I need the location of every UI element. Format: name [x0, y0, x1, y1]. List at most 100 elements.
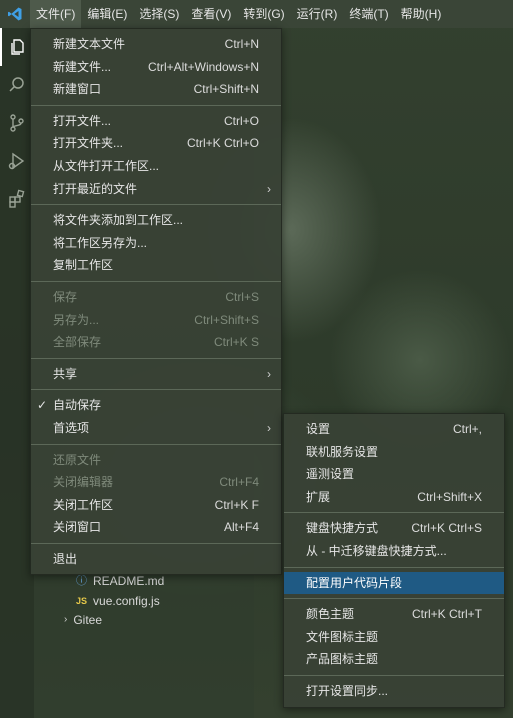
- js-icon: JS: [76, 596, 88, 606]
- file-menu-item-0-2[interactable]: 新建窗口 Ctrl+Shift+N: [31, 78, 281, 101]
- file-menu-item-4-0[interactable]: 共享 ›: [31, 363, 281, 386]
- pref-menu-item-3-2[interactable]: 产品图标主题: [284, 648, 504, 671]
- menu-item-label: 新建文本文件: [53, 37, 126, 51]
- file-menu-item-6-2[interactable]: 关闭工作区 Ctrl+K F: [31, 494, 281, 517]
- menu-file[interactable]: 文件(F): [30, 0, 82, 28]
- menu-item-label: 全部保存: [53, 335, 102, 350]
- file-menu-item-0-0[interactable]: 新建文本文件 Ctrl+N: [31, 33, 281, 56]
- menu-go[interactable]: 转到(G): [237, 0, 290, 28]
- pref-menu-item-0-3[interactable]: 扩展 Ctrl+Shift+X: [284, 486, 504, 509]
- menu-separator: [31, 204, 281, 206]
- menu-item-label: 关闭编辑器: [53, 475, 114, 490]
- menu-item-label: 共享: [53, 366, 78, 381]
- pref-menu-item-0-2[interactable]: 遥测设置: [284, 463, 504, 486]
- explorer-icon[interactable]: [0, 28, 34, 66]
- chevron-right-icon: ›: [267, 420, 271, 435]
- menu-item-label: 将工作区另存为...: [53, 235, 148, 250]
- pref-menu-item-2-0[interactable]: 配置用户代码片段: [284, 571, 504, 595]
- chevron-right-icon: ›: [64, 614, 68, 625]
- menu-separator: [31, 542, 281, 544]
- menu-separator: [284, 566, 504, 568]
- tree-item-label: vue.config.js: [93, 594, 160, 608]
- menu-item-label: 首选项: [53, 420, 90, 435]
- file-menu-item-2-2[interactable]: 复制工作区: [31, 254, 281, 277]
- menu-item-label: 打开最近的文件: [53, 181, 138, 196]
- menu-item-label: 扩展: [306, 489, 331, 504]
- menu-item-label: 新建文件...: [53, 59, 112, 74]
- file-menu-item-6-1: 关闭编辑器 Ctrl+F4: [31, 471, 281, 494]
- file-menu-item-2-0[interactable]: 将文件夹添加到工作区...: [31, 209, 281, 232]
- activity-bar: [0, 28, 34, 718]
- pref-menu-item-4-0[interactable]: 打开设置同步...: [284, 680, 504, 703]
- menu-separator: [31, 104, 281, 106]
- menu-item-label: 从文件打开工作区...: [53, 158, 160, 173]
- menu-item-shortcut: Ctrl+N: [224, 37, 259, 51]
- menu-item-label: 配置用户代码片段: [306, 575, 403, 590]
- menu-item-shortcut: Ctrl+Shift+N: [193, 82, 259, 97]
- menu-item-label: 将文件夹添加到工作区...: [53, 213, 184, 228]
- file-menu-item-1-0[interactable]: 打开文件... Ctrl+O: [31, 110, 281, 133]
- file-menu-item-3-0: 保存 Ctrl+S: [31, 286, 281, 309]
- menu-item-label: 自动保存: [53, 398, 102, 413]
- menu-item-label: 保存: [53, 289, 78, 304]
- menu-item-label: 关闭窗口: [53, 520, 102, 535]
- pref-menu-item-1-0[interactable]: 键盘快捷方式 Ctrl+K Ctrl+S: [284, 517, 504, 540]
- menu-item-label: 键盘快捷方式: [306, 521, 379, 536]
- file-menu-item-5-1[interactable]: 首选项 ›: [31, 417, 281, 440]
- menu-separator: [284, 512, 504, 514]
- pref-menu-item-0-1[interactable]: 联机服务设置: [284, 441, 504, 464]
- file-menu-item-1-3[interactable]: 打开最近的文件 ›: [31, 178, 281, 201]
- menu-item-label: 从 - 中迁移键盘快捷方式...: [306, 543, 447, 558]
- menu-edit[interactable]: 编辑(E): [81, 0, 133, 28]
- menu-item-shortcut: Ctrl+O: [223, 113, 259, 128]
- menu-item-shortcut: Ctrl+K F: [214, 497, 259, 512]
- vscode-logo-icon: [0, 0, 30, 28]
- pref-menu-item-3-0[interactable]: 颜色主题 Ctrl+K Ctrl+T: [284, 603, 504, 626]
- file-menu-item-5-0[interactable]: ✓ 自动保存: [31, 394, 281, 417]
- file-menu-item-6-0: 还原文件: [31, 449, 281, 472]
- menu-terminal[interactable]: 终端(T): [343, 0, 394, 28]
- tree-item-gitee[interactable]: › Gitee: [64, 610, 102, 630]
- menu-item-shortcut: Ctrl+K S: [213, 335, 259, 350]
- pref-menu-item-1-1[interactable]: 从 - 中迁移键盘快捷方式...: [284, 540, 504, 563]
- menu-separator: [31, 280, 281, 282]
- menu-run[interactable]: 运行(R): [291, 0, 344, 28]
- menu-item-label: 另存为...: [53, 312, 100, 327]
- menu-separator: [31, 389, 281, 391]
- file-menu-item-7-0[interactable]: 退出: [31, 548, 281, 571]
- menu-item-label: 关闭工作区: [53, 497, 114, 512]
- file-menu-item-1-2[interactable]: 从文件打开工作区...: [31, 155, 281, 178]
- menu-item-label: 退出: [53, 551, 78, 566]
- menu-item-label: 遥测设置: [306, 467, 355, 482]
- menu-item-shortcut: Ctrl+,: [452, 422, 482, 436]
- file-menu-item-3-1: 另存为... Ctrl+Shift+S: [31, 309, 281, 332]
- run-debug-icon[interactable]: [0, 142, 34, 180]
- file-menu-item-1-1[interactable]: 打开文件夹... Ctrl+K Ctrl+O: [31, 132, 281, 155]
- menu-item-label: 打开文件夹...: [53, 136, 124, 151]
- source-control-icon[interactable]: [0, 104, 34, 142]
- menu-selection[interactable]: 选择(S): [133, 0, 185, 28]
- menu-item-shortcut: Ctrl+Shift+X: [417, 489, 482, 504]
- chevron-right-icon: ›: [267, 366, 271, 381]
- file-menu-item-6-3[interactable]: 关闭窗口 Alt+F4: [31, 516, 281, 539]
- tree-item-vue-config[interactable]: JS vue.config.js: [76, 591, 160, 611]
- extensions-icon[interactable]: [0, 180, 34, 218]
- menu-item-shortcut: Ctrl+K Ctrl+T: [411, 607, 482, 622]
- pref-menu-item-0-0[interactable]: 设置 Ctrl+,: [284, 418, 504, 441]
- menu-item-shortcut: Alt+F4: [223, 520, 259, 535]
- menu-view[interactable]: 查看(V): [185, 0, 237, 28]
- tree-item-label: Gitee: [73, 613, 103, 627]
- menu-item-label: 还原文件: [53, 452, 102, 467]
- file-menu-item-3-2: 全部保存 Ctrl+K S: [31, 331, 281, 354]
- file-menu-item-2-1[interactable]: 将工作区另存为...: [31, 232, 281, 255]
- menu-help[interactable]: 帮助(H): [395, 0, 448, 28]
- pref-menu-item-3-1[interactable]: 文件图标主题: [284, 626, 504, 649]
- menu-item-label: 颜色主题: [306, 607, 355, 622]
- menu-item-shortcut: Ctrl+K Ctrl+S: [411, 521, 482, 536]
- menu-item-label: 新建窗口: [53, 82, 102, 97]
- search-icon[interactable]: [0, 66, 34, 104]
- file-menu-item-0-1[interactable]: 新建文件... Ctrl+Alt+Windows+N: [31, 56, 281, 79]
- menu-item-label: 复制工作区: [53, 258, 114, 273]
- menu-separator: [31, 443, 281, 445]
- menu-item-label: 文件图标主题: [306, 629, 379, 644]
